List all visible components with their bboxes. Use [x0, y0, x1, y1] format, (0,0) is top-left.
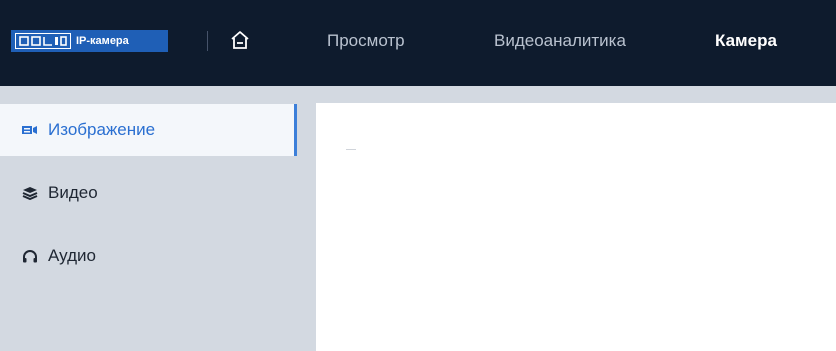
sidebar-item-image[interactable]: Изображение: [0, 104, 297, 156]
brand-logo[interactable]: IP-камера: [11, 30, 168, 52]
bolid-wordmark-icon: [19, 36, 67, 46]
sidebar-item-label: Изображение: [48, 120, 156, 139]
nav-tab-video-analytics[interactable]: Видеоаналитика: [494, 30, 626, 52]
nav-tab-camera[interactable]: Камера: [715, 30, 777, 52]
sidebar-item-video[interactable]: Видео: [0, 167, 296, 219]
nav-tab-preview[interactable]: Просмотр: [327, 30, 405, 52]
sidebar-item-label: Аудио: [48, 246, 96, 265]
active-indicator: [294, 104, 297, 156]
header-divider: [207, 31, 208, 51]
headphones-icon: [22, 249, 38, 263]
content-divider: [346, 149, 356, 150]
sidebar-item-label: Видео: [48, 183, 98, 202]
home-icon[interactable]: [229, 29, 251, 51]
camera-icon: [22, 123, 38, 137]
main-content-panel: [316, 103, 836, 351]
brand-logo-mark: [15, 33, 71, 49]
layers-icon: [22, 186, 38, 201]
top-navigation-bar: IP-камера Просмотр Видеоаналитика Камера: [0, 0, 836, 86]
brand-logo-product: IP-камера: [76, 35, 129, 47]
sidebar: Изображение Видео Аудио: [0, 100, 316, 351]
sidebar-item-audio[interactable]: Аудио: [0, 230, 296, 282]
